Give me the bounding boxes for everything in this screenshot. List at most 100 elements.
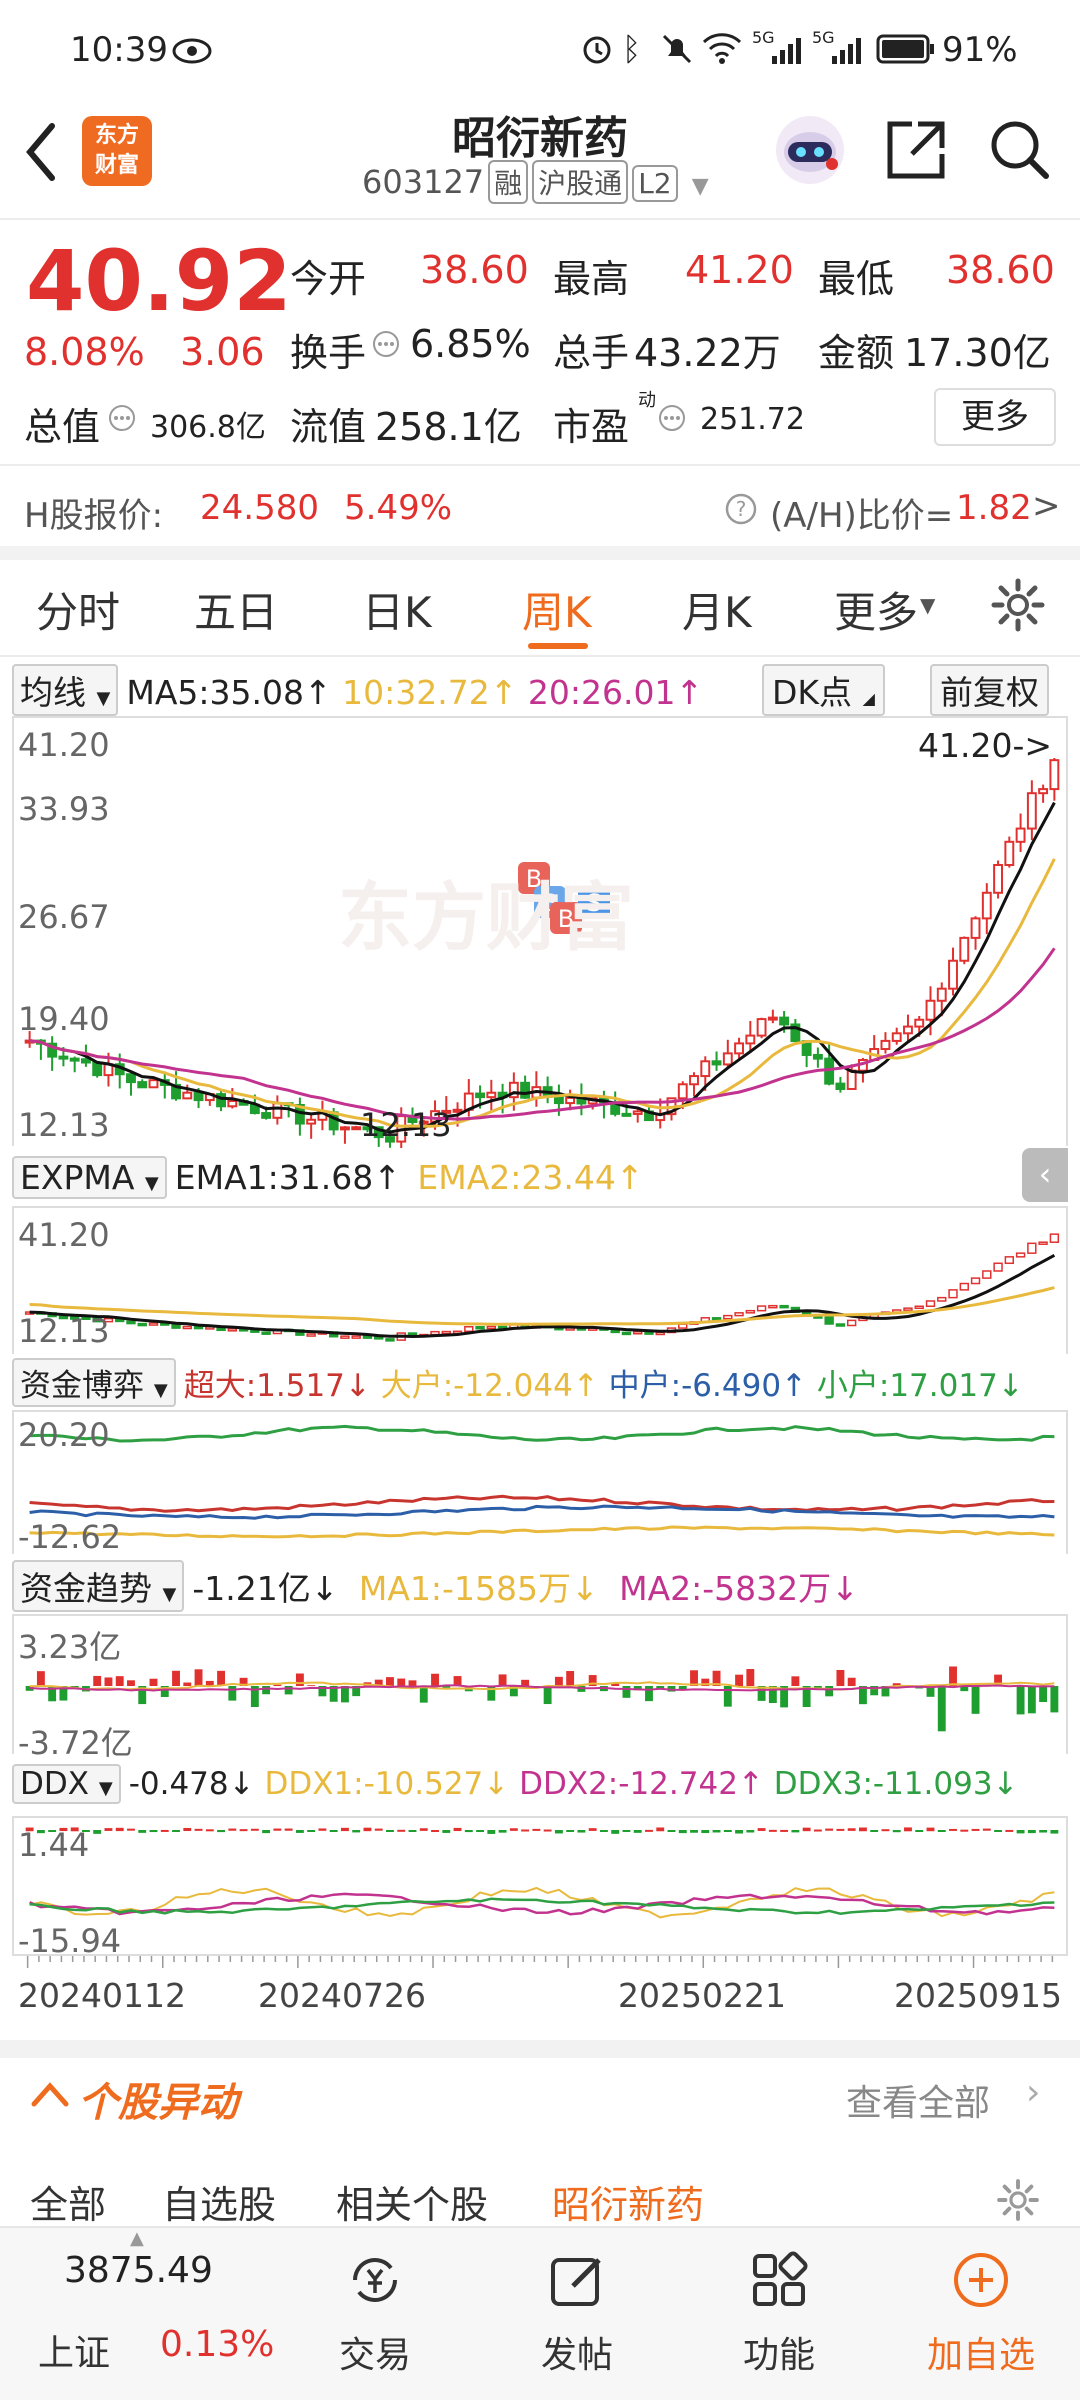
ddx-bar bbox=[904, 1827, 912, 1832]
ddx-bar bbox=[172, 1830, 180, 1832]
ema2-line bbox=[29, 1286, 1055, 1326]
chevron-up-icon[interactable] bbox=[30, 2076, 70, 2116]
search-icon[interactable] bbox=[988, 118, 1052, 186]
expma-candle bbox=[925, 1300, 936, 1308]
tab-daily-k[interactable]: 日K bbox=[362, 579, 432, 640]
trend-bar bbox=[217, 1670, 226, 1686]
tab-more[interactable]: 更多 bbox=[834, 579, 918, 640]
high-value: 41.20 bbox=[685, 248, 794, 292]
ma5-value: MA5:35.08↑ bbox=[126, 673, 332, 712]
ddx-bar bbox=[115, 1827, 124, 1832]
super-line bbox=[29, 1494, 1055, 1513]
trend-bar bbox=[622, 1686, 631, 1698]
trade-icon bbox=[345, 2250, 405, 2314]
ddx-bar bbox=[183, 1827, 192, 1832]
expma-panel[interactable]: 41.20 12.13 bbox=[12, 1206, 1068, 1354]
capital-trend-select[interactable]: 资金趋势 ▼ bbox=[12, 1560, 185, 1612]
tab-weekly-k[interactable]: 周K bbox=[522, 579, 592, 640]
expma-indicator-row: EXPMA ▼ EMA1:31.68↑ EMA2:23.44↑ bbox=[12, 1156, 644, 1199]
candle bbox=[959, 936, 970, 962]
ddx-bar bbox=[228, 1828, 237, 1831]
ddx2-value: DDX2:-12.742↑ bbox=[519, 1766, 764, 1802]
trend-bar bbox=[386, 1677, 394, 1686]
trend-bar bbox=[183, 1682, 192, 1686]
small-line bbox=[29, 1424, 1055, 1443]
ddx-axis-bottom: -15.94 bbox=[18, 1922, 122, 1960]
volume-value: 43.22万 bbox=[634, 331, 781, 375]
ddx-bar bbox=[386, 1830, 394, 1832]
candle bbox=[272, 1102, 283, 1119]
index-name[interactable]: 上证 bbox=[38, 2324, 110, 2376]
index-value[interactable]: 3875.49 bbox=[64, 2250, 213, 2291]
ddx-bar bbox=[284, 1828, 293, 1831]
add-circle-icon bbox=[951, 2250, 1011, 2314]
candle bbox=[92, 1061, 103, 1077]
news-tab-watchlist[interactable]: 自选股 bbox=[162, 2174, 276, 2229]
chevron-right-icon[interactable]: > bbox=[1032, 486, 1061, 526]
capital-trend-chart bbox=[25, 1666, 1059, 1732]
ddx-bar bbox=[611, 1830, 620, 1834]
ma-select[interactable]: 均线 ▼ bbox=[12, 664, 119, 716]
ddx-bar bbox=[554, 1830, 563, 1834]
more-button[interactable]: 更多 bbox=[934, 388, 1056, 446]
ddx-bar bbox=[926, 1827, 935, 1832]
status-time: 10:39 bbox=[70, 30, 168, 70]
ddx-bar bbox=[217, 1830, 226, 1833]
trend-bar bbox=[397, 1678, 406, 1686]
expma-axis-bottom: 12.13 bbox=[18, 1312, 110, 1350]
stock-code-row: 603127 融沪股通 L2 ▼ bbox=[362, 160, 709, 204]
eye-icon bbox=[172, 34, 212, 72]
news-settings-icon[interactable] bbox=[996, 2178, 1040, 2226]
candle bbox=[936, 987, 947, 1002]
tab-intraday[interactable]: 分时 bbox=[36, 579, 120, 640]
news-tab-all[interactable]: 全部 bbox=[30, 2174, 106, 2229]
kline-panel[interactable]: BBBS 41.20 33.93 26.67 19.40 12.13 41.20… bbox=[12, 716, 1068, 1148]
share-icon[interactable] bbox=[884, 118, 948, 186]
ma-indicator-row: 均线 ▼ MA5:35.08↑ 10:32.72↑ 20:26.01↑ bbox=[12, 664, 703, 716]
trend-bar bbox=[419, 1686, 428, 1703]
ddx-bar bbox=[431, 1829, 439, 1832]
expma-candle bbox=[464, 1326, 474, 1333]
candle bbox=[711, 1060, 722, 1066]
post-label: 发帖 bbox=[540, 2335, 613, 2376]
chevron-right-icon-2[interactable]: › bbox=[1026, 2072, 1040, 2113]
info-dots-icon-3[interactable] bbox=[658, 404, 686, 436]
expma-candle bbox=[306, 1333, 316, 1337]
adjust-button[interactable]: 前复权 bbox=[930, 664, 1049, 716]
tab-5day[interactable]: 五日 bbox=[194, 579, 278, 640]
ddx-bar bbox=[836, 1828, 845, 1831]
news-tab-stock[interactable]: 昭衍新药 bbox=[552, 2174, 704, 2229]
expma-select[interactable]: EXPMA ▼ bbox=[12, 1156, 167, 1199]
capital-game-select[interactable]: 资金博弈 ▼ bbox=[12, 1358, 176, 1407]
capital-trend-panel[interactable]: 3.23亿 -3.72亿 bbox=[12, 1614, 1068, 1762]
expma-candle bbox=[475, 1326, 485, 1330]
info-dots-icon-2[interactable] bbox=[108, 404, 136, 436]
expma-candle bbox=[1027, 1242, 1037, 1254]
dk-point-button[interactable]: DK点 ◢ bbox=[762, 664, 885, 716]
info-dots-icon[interactable] bbox=[372, 330, 400, 362]
ddx-bar bbox=[723, 1830, 732, 1832]
candle bbox=[756, 1018, 767, 1037]
view-all-link[interactable]: 查看全部 bbox=[846, 2074, 990, 2126]
ddx-panel[interactable]: 1.44 -15.94 bbox=[12, 1816, 1068, 1960]
ddx-bar bbox=[735, 1830, 744, 1834]
capital-game-panel[interactable]: 20.20 -12.62 bbox=[12, 1410, 1068, 1556]
alarm-icon bbox=[580, 32, 614, 74]
tab-monthly-k[interactable]: 月K bbox=[682, 579, 752, 640]
candle bbox=[914, 1018, 925, 1028]
assistant-avatar-icon[interactable] bbox=[772, 112, 848, 192]
index-pct[interactable]: 0.13% bbox=[160, 2324, 274, 2365]
candle bbox=[779, 1016, 790, 1026]
collapse-chevron-icon[interactable]: ‹ bbox=[1022, 1148, 1068, 1202]
news-tab-related[interactable]: 相关个股 bbox=[336, 2174, 488, 2229]
candle bbox=[193, 1091, 204, 1102]
help-icon[interactable]: ? bbox=[724, 492, 758, 530]
settings-gear-icon[interactable] bbox=[990, 577, 1046, 637]
hshare-pct: 5.49% bbox=[344, 488, 453, 528]
dropdown-icon[interactable]: ▼ bbox=[692, 174, 709, 199]
ddx-bar bbox=[656, 1827, 665, 1832]
ddx-select[interactable]: DDX ▼ bbox=[12, 1764, 121, 1804]
ddx-bar bbox=[476, 1830, 485, 1832]
open-value: 38.60 bbox=[420, 248, 529, 292]
ddx-bar bbox=[712, 1830, 721, 1833]
